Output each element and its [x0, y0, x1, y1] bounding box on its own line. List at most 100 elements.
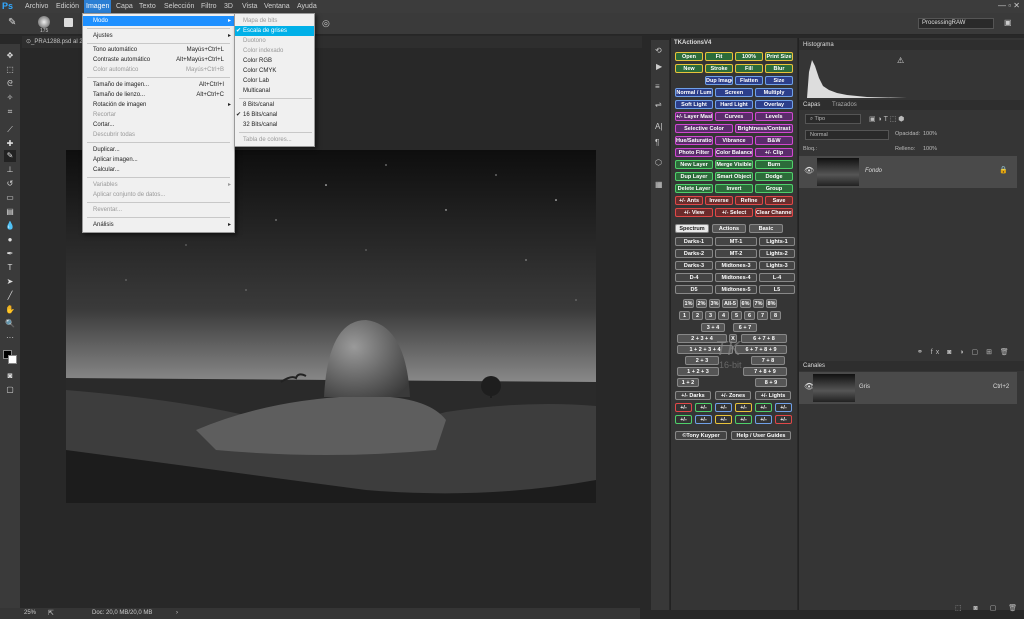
- background-color-swatch[interactable]: [8, 355, 17, 364]
- menu-vista[interactable]: Vista: [240, 0, 259, 13]
- tk-footer-credit[interactable]: ©Tony Kuyper: [675, 431, 727, 440]
- tk-btn-13-1[interactable]: +/- Select: [715, 208, 753, 217]
- tk-pct-6[interactable]: 8%: [766, 299, 777, 308]
- tk-btn-3-1[interactable]: Screen: [715, 88, 753, 97]
- menu-seleccion[interactable]: Selección: [162, 0, 196, 13]
- eye-icon[interactable]: 👁: [804, 166, 814, 175]
- line-tool-icon[interactable]: ╱: [4, 290, 16, 302]
- tk-digit-1[interactable]: 2: [692, 311, 703, 320]
- tk-btn-9-2[interactable]: Burn: [755, 160, 793, 169]
- submenu-8bits[interactable]: 8 Bits/canal: [235, 100, 314, 110]
- tk-spectrum-0-1[interactable]: MT-1: [715, 237, 757, 246]
- tk-btn-1-2[interactable]: Fill: [735, 64, 763, 73]
- type-tool-icon[interactable]: T: [4, 262, 16, 274]
- opacity-value[interactable]: 100%: [923, 131, 937, 137]
- tk-combo-1[interactable]: 6 + 7: [733, 323, 757, 332]
- tk-spectrum-1-1[interactable]: MT-2: [715, 249, 757, 258]
- submenu-32bits[interactable]: 32 Bits/canal: [235, 120, 314, 130]
- tk-spectrum-4-0[interactable]: D5: [675, 285, 713, 294]
- tk-btn-7-1[interactable]: Vibrance: [715, 136, 753, 145]
- tk-digit-3[interactable]: 4: [718, 311, 729, 320]
- tk-digit-2[interactable]: 3: [705, 311, 716, 320]
- layer-filter[interactable]: ⌕ Tipo: [805, 114, 861, 124]
- warning-icon[interactable]: ⚠: [897, 56, 904, 65]
- tk-pm-0-1[interactable]: +/-: [695, 403, 712, 412]
- tk-pct-2[interactable]: 3%: [709, 299, 720, 308]
- tk-btn-0-3[interactable]: Print Size: [765, 52, 793, 61]
- tk-spectrum-2-0[interactable]: Darks-3: [675, 261, 713, 270]
- channel-row[interactable]: 👁 Gris Ctrl+2: [799, 372, 1017, 404]
- tk-btn-4-0[interactable]: Soft Light: [675, 100, 713, 109]
- brush-tool-icon[interactable]: ✎: [8, 17, 16, 28]
- tk-combo-9[interactable]: 1 + 2 + 3: [677, 367, 719, 376]
- tk-spectrum-2-2[interactable]: Lights-3: [759, 261, 795, 270]
- tk-btn-12-0[interactable]: +/- Ants: [675, 196, 703, 205]
- menu-item-tono-auto[interactable]: Tono automático Mayús+Ctrl+L: [83, 45, 234, 55]
- tk-btn-7-2[interactable]: B&W: [755, 136, 793, 145]
- tk-btn-2-0[interactable]: Dup Image: [705, 76, 733, 85]
- tk-spectrum-3-2[interactable]: L-4: [759, 273, 795, 282]
- tk-pm-0-4[interactable]: +/-: [755, 403, 772, 412]
- play-icon[interactable]: ▶: [656, 62, 662, 71]
- tk-footer-help[interactable]: Help / User Guides: [731, 431, 791, 440]
- channels-header[interactable]: Canales: [799, 361, 1024, 371]
- tk-btn-1-1[interactable]: Stroke: [705, 64, 733, 73]
- tk-spectrum-2-1[interactable]: Midtones-3: [715, 261, 757, 270]
- move-tool-icon[interactable]: ✥: [4, 50, 16, 62]
- clone-stamp-tool-icon[interactable]: ⊥: [4, 164, 16, 176]
- menu-imagen[interactable]: Imagen: [84, 0, 112, 13]
- tk-btn-6-0[interactable]: Selective Color: [675, 124, 733, 133]
- workspace-select[interactable]: ProcessingRAW: [918, 18, 994, 29]
- tk-pm-1-4[interactable]: +/-: [755, 415, 772, 424]
- tk-pct-0[interactable]: 1%: [683, 299, 694, 308]
- zoom-level[interactable]: 25%: [24, 608, 36, 619]
- tk-pm-1-2[interactable]: +/-: [715, 415, 732, 424]
- tk-btn-8-1[interactable]: Color Balance: [715, 148, 753, 157]
- tk-combo-0[interactable]: 3 + 4: [701, 323, 725, 332]
- tk-pm-0-3[interactable]: +/-: [735, 403, 752, 412]
- character-icon[interactable]: A|: [655, 122, 662, 131]
- quick-select-tool-icon[interactable]: ✧: [4, 92, 16, 104]
- tk-btn-2-2[interactable]: Size: [765, 76, 793, 85]
- tk-btn-11-2[interactable]: Group: [755, 184, 793, 193]
- menu-edicion[interactable]: Edición: [54, 0, 81, 13]
- tk-btn-0-2[interactable]: 100%: [735, 52, 763, 61]
- tk-pct-5[interactable]: 7%: [753, 299, 764, 308]
- marquee-tool-icon[interactable]: ⬚: [4, 64, 16, 76]
- tk-digit-0[interactable]: 1: [679, 311, 690, 320]
- tk-btn-7-0[interactable]: Hue/Saturation: [675, 136, 713, 145]
- filter-icons[interactable]: ▣ ◑ T ⬚ ⬢: [869, 115, 904, 123]
- tk-zone-2[interactable]: +/- Lights: [755, 391, 791, 400]
- window-controls[interactable]: — ▫ ✕: [998, 1, 1020, 10]
- tk-btn-4-2[interactable]: Overlay: [755, 100, 793, 109]
- tab-trazados[interactable]: Trazados: [832, 102, 857, 108]
- lasso-tool-icon[interactable]: ᘓ: [4, 78, 16, 90]
- tk-btn-0-0[interactable]: Open: [675, 52, 703, 61]
- panel-arrange-icon[interactable]: ▣: [1004, 18, 1012, 27]
- tk-btn-10-0[interactable]: Dup Layer: [675, 172, 713, 181]
- menu-item-analisis[interactable]: Análisis ▸: [83, 220, 234, 230]
- tk-combo-7[interactable]: 2 + 3: [685, 356, 719, 365]
- tk-btn-4-1[interactable]: Hard Light: [715, 100, 753, 109]
- tk-btn-10-2[interactable]: Dodge: [755, 172, 793, 181]
- brush-settings-icon[interactable]: ≡: [655, 82, 660, 91]
- history-brush-tool-icon[interactable]: ↺: [4, 178, 16, 190]
- tk-pm-1-0[interactable]: +/-: [675, 415, 692, 424]
- tk-combo-6[interactable]: 6 + 7 + 8 + 9: [735, 345, 787, 354]
- menu-archivo[interactable]: Archivo: [23, 0, 50, 13]
- tk-spectrum-1-2[interactable]: Lights-2: [759, 249, 795, 258]
- tk-pm-0-0[interactable]: +/-: [675, 403, 692, 412]
- eyedropper-tool-icon[interactable]: ⟋: [4, 124, 16, 136]
- tk-btn-13-2[interactable]: Clear Channels: [755, 208, 793, 217]
- tk-combo-12[interactable]: 8 + 9: [755, 378, 787, 387]
- tk-combo-10[interactable]: 7 + 8 + 9: [743, 367, 787, 376]
- channel-actions-icons[interactable]: ⬚ ◙ ▢ 🗑: [955, 604, 1022, 612]
- tk-btn-3-2[interactable]: Multiply: [755, 88, 793, 97]
- submenu-color-lab[interactable]: Color Lab: [235, 76, 314, 86]
- tk-pm-0-5[interactable]: +/-: [775, 403, 792, 412]
- crop-tool-icon[interactable]: ⌗: [4, 106, 16, 118]
- tk-btn-6-1[interactable]: Brightness/Contrast: [735, 124, 793, 133]
- tk-digit-5[interactable]: 6: [744, 311, 755, 320]
- submenu-color-rgb[interactable]: Color RGB: [235, 56, 314, 66]
- menu-capa[interactable]: Capa: [114, 0, 135, 13]
